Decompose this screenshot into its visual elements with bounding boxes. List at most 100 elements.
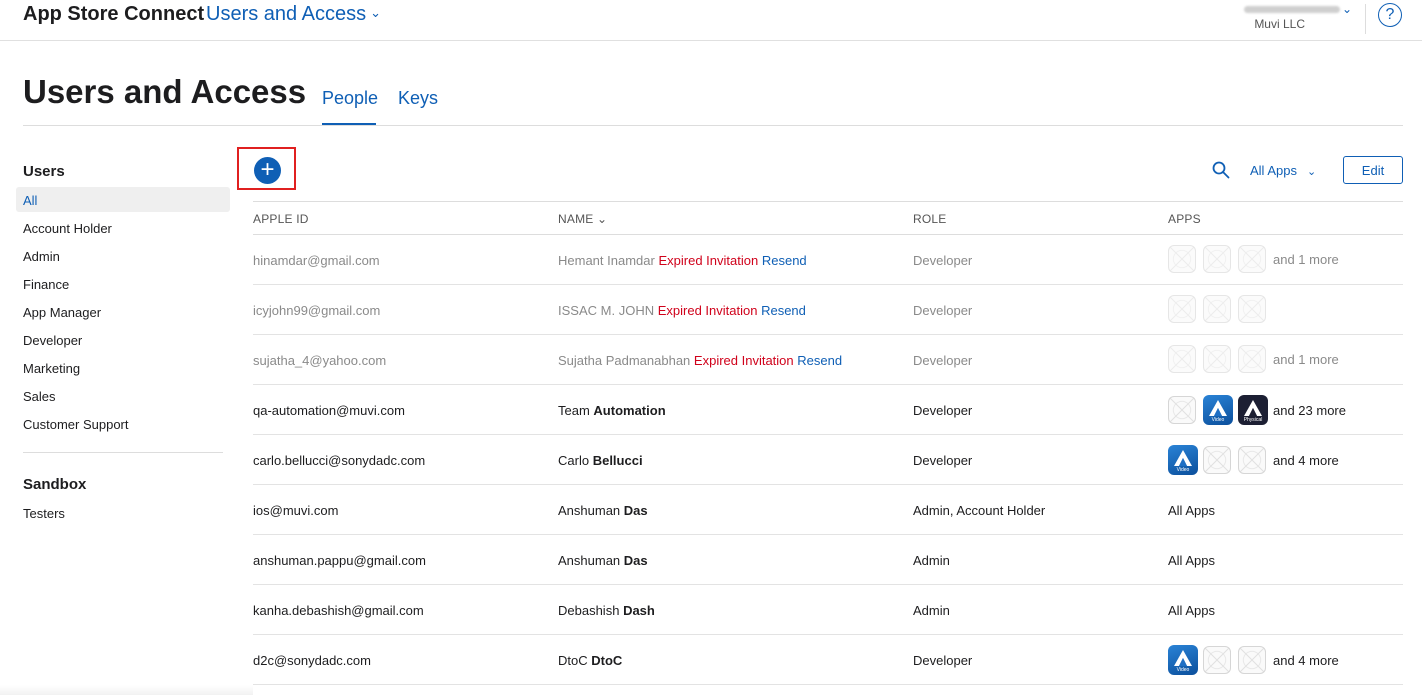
sidebar-item-all[interactable] — [16, 187, 230, 212]
app-video-icon: Video — [1168, 445, 1198, 475]
user-role: Developer — [913, 653, 973, 668]
first-name: Debashish — [558, 603, 620, 618]
last-name: Dash — [623, 603, 655, 618]
user-role: Developer — [913, 303, 973, 318]
app-placeholder-icon — [1238, 245, 1266, 273]
table-row[interactable]: kanha.debashish@gmail.com Debashish Dash A… — [253, 585, 1403, 635]
edit-button[interactable]: Edit — [1343, 156, 1403, 184]
app-placeholder-icon — [1238, 295, 1266, 323]
table-row[interactable]: sujatha_4@yahoo.com Sujatha Padmanabhan E… — [253, 335, 1403, 385]
section-menu[interactable]: Users and Access ⌄ — [206, 3, 381, 26]
apple-id: kanha.debashish@gmail.com — [253, 603, 424, 618]
chevron-down-icon: ⌄ — [1306, 166, 1317, 178]
help-icon[interactable]: ? — [1378, 3, 1402, 27]
add-user-button[interactable]: + — [254, 157, 281, 184]
first-name: Sujatha — [558, 353, 603, 368]
chevron-down-icon: ⌄ — [1342, 2, 1353, 16]
first-name: Hemant — [558, 253, 604, 268]
column-header-name[interactable]: NAME ⌄ — [558, 212, 607, 226]
more-apps-count: and 23 more — [1273, 402, 1346, 418]
account-menu[interactable]: ⌄ Muvi LLC — [1238, 2, 1356, 36]
section-menu-label: Users and Access — [206, 3, 367, 25]
first-name: Carlo — [558, 453, 590, 468]
tab-keys[interactable]: Keys — [398, 88, 438, 109]
sidebar-item-sales[interactable]: Sales — [23, 389, 56, 404]
sidebar-heading-users: Users — [23, 163, 65, 180]
user-name: Anshuman Das — [558, 553, 648, 568]
app-icon-tag: Video — [1211, 417, 1225, 423]
sidebar-item-marketing[interactable]: Marketing — [23, 361, 80, 376]
column-header-apps[interactable]: APPS — [1168, 212, 1201, 226]
status-badge: Expired Invitation — [693, 353, 794, 368]
sidebar-item-developer[interactable]: Developer — [23, 333, 82, 348]
first-name: Team — [558, 403, 590, 418]
topbar-divider — [1365, 4, 1366, 34]
last-name: Automation — [593, 403, 666, 418]
app-placeholder-icon — [1238, 446, 1266, 474]
scroll-shadow — [0, 685, 253, 695]
app-brand[interactable]: App Store Connect — [23, 3, 204, 26]
resend-link[interactable]: Resend — [761, 303, 806, 318]
user-role: Admin, Account Holder — [913, 503, 1046, 518]
table-row[interactable]: carlo.bellucci@sonydadc.com Carlo Bellucc… — [253, 435, 1403, 485]
user-apps: All Apps — [1168, 553, 1215, 568]
last-name: Bellucci — [592, 453, 643, 468]
user-role: Developer — [913, 353, 973, 368]
status-badge: Expired Invitation — [657, 303, 758, 318]
apple-id: sujatha_4@yahoo.com — [253, 353, 387, 368]
app-placeholder-icon — [1203, 446, 1231, 474]
organization-name: Muvi LLC — [1254, 17, 1305, 31]
user-apps: Video Physical and 23 more — [1168, 395, 1346, 425]
chevron-down-icon: ⌄ — [370, 5, 381, 20]
app-placeholder-icon — [1238, 345, 1266, 373]
column-header-role[interactable]: ROLE — [913, 212, 946, 226]
app-placeholder-icon — [1238, 646, 1266, 674]
table-row[interactable]: qa-automation@muvi.com Team Automation Dev… — [253, 385, 1403, 435]
header-divider — [23, 125, 1403, 126]
sidebar-item-finance[interactable]: Finance — [23, 277, 69, 292]
table-body: hinamdar@gmail.com Hemant Inamdar Expired… — [253, 235, 1403, 685]
sidebar-item-account-holder[interactable]: Account Holder — [23, 221, 112, 236]
sidebar-item-label: All — [23, 193, 38, 208]
sidebar-item-admin[interactable]: Admin — [23, 249, 60, 264]
search-icon[interactable] — [1212, 161, 1230, 179]
table-row[interactable]: icyjohn99@gmail.com ISSAC M. JOHN Expired… — [253, 285, 1403, 335]
more-apps-count: and 4 more — [1273, 452, 1339, 468]
table-row[interactable]: ios@muvi.com Anshuman Das Admin, Account H… — [253, 485, 1403, 535]
sidebar-item-app-manager[interactable]: App Manager — [23, 305, 101, 320]
user-role: Developer — [913, 453, 973, 468]
app-icon-tag: Video — [1176, 467, 1190, 473]
user-name: Team Automation — [558, 403, 666, 418]
sidebar-item-customer-support[interactable]: Customer Support — [23, 417, 129, 432]
user-name: DtoC DtoC — [558, 653, 622, 668]
sidebar-heading-sandbox: Sandbox — [23, 476, 87, 493]
resend-link[interactable]: Resend — [797, 353, 842, 368]
user-apps: All Apps — [1168, 603, 1215, 618]
app-placeholder-icon — [1168, 396, 1196, 424]
table-row[interactable]: anshuman.pappu@gmail.com Anshuman Das Admi… — [253, 535, 1403, 585]
users-table: APPLE ID NAME ⌄ ROLE APPS hinamdar@gmail… — [253, 201, 1403, 685]
apple-id: carlo.bellucci@sonydadc.com — [253, 453, 426, 468]
apps-all-label: All Apps — [1168, 603, 1215, 618]
user-name: Debashish Dash — [558, 603, 655, 618]
app-video-icon: Video — [1168, 645, 1198, 675]
sidebar-item-testers[interactable]: Testers — [23, 506, 65, 521]
user-role: Developer — [913, 403, 973, 418]
user-role: Admin — [913, 553, 950, 568]
user-role: Admin — [913, 603, 950, 618]
apple-id: qa-automation@muvi.com — [253, 403, 405, 418]
resend-link[interactable]: Resend — [762, 253, 807, 268]
apple-id: icyjohn99@gmail.com — [253, 303, 381, 318]
column-header-apple-id[interactable]: APPLE ID — [253, 212, 309, 226]
user-apps: and 1 more — [1168, 245, 1339, 273]
table-row[interactable]: hinamdar@gmail.com Hemant Inamdar Expired… — [253, 235, 1403, 285]
user-name: Carlo Bellucci — [558, 453, 643, 468]
apple-id: d2c@sonydadc.com — [253, 653, 371, 668]
tab-people[interactable]: People — [322, 88, 378, 109]
redacted-user-name — [1244, 6, 1340, 13]
app-placeholder-icon — [1168, 245, 1196, 273]
apps-filter-dropdown[interactable]: All Apps ⌄ — [1250, 163, 1316, 178]
apps-all-label: All Apps — [1168, 553, 1215, 568]
table-row[interactable]: d2c@sonydadc.com DtoC DtoC Developer Video a… — [253, 635, 1403, 685]
last-name: DtoC — [591, 653, 623, 668]
